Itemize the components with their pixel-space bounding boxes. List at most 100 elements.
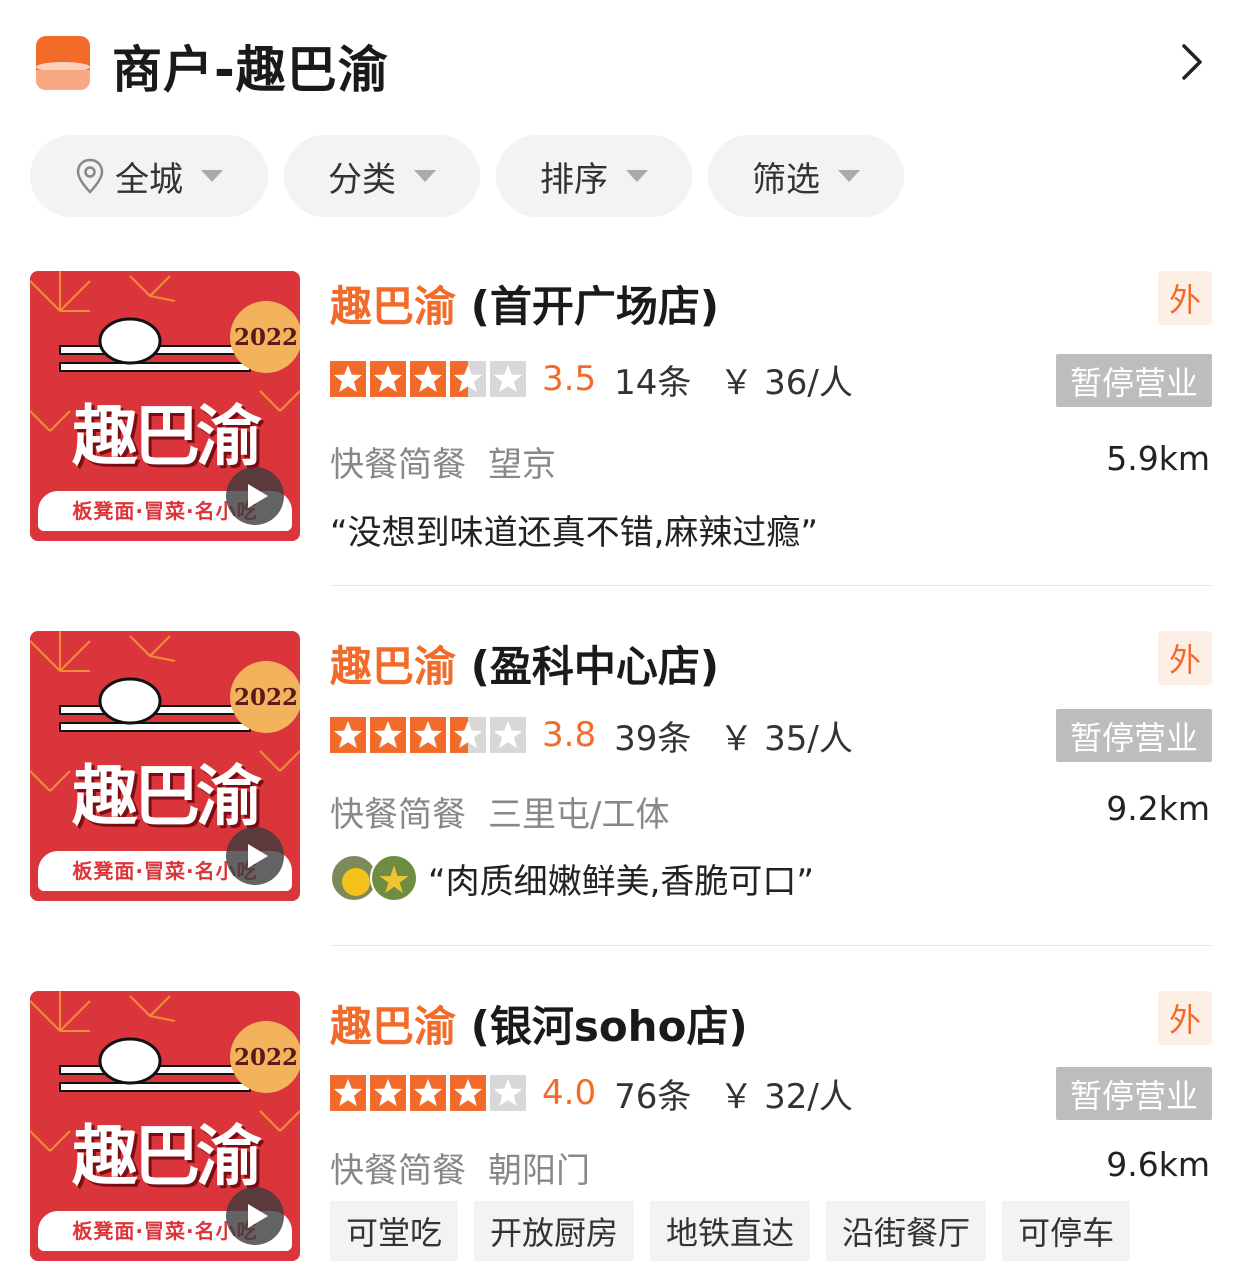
feature-tag: 沿街餐厅 xyxy=(826,1201,987,1261)
shop-name[interactable]: 趣巴渝 (首开广场店) xyxy=(330,273,719,334)
review-quote: “肉质细嫩鲜美,香脆可口” xyxy=(428,861,815,902)
feature-tag: 可堂吃 xyxy=(330,1201,459,1261)
shop-thumbnail[interactable]: 2022 趣巴渝 板凳面·冒菜·名小吃 xyxy=(30,991,300,1261)
review-count: 39条 xyxy=(614,718,692,759)
caret-down-icon xyxy=(838,170,860,182)
shop-branch: (盈科中心店) xyxy=(456,642,720,691)
rating-score: 3.8 xyxy=(542,715,597,755)
shop-meta: 快餐简餐 朝阳门 xyxy=(330,1143,590,1192)
star-icon xyxy=(330,361,366,397)
shop-category: 快餐简餐 xyxy=(330,795,466,835)
star-icon xyxy=(490,361,526,397)
filter-category[interactable]: 分类 xyxy=(284,135,480,217)
shop-name[interactable]: 趣巴渝 (盈科中心店) xyxy=(330,633,719,694)
status-badge: 暂停营业 xyxy=(1056,1067,1212,1120)
star-icon xyxy=(450,717,486,753)
play-icon[interactable] xyxy=(226,1187,284,1245)
year-badge: 2022 xyxy=(230,1021,300,1093)
takeout-badge: 外 xyxy=(1158,991,1212,1045)
year-badge: 2022 xyxy=(230,301,300,373)
shop-meta: 快餐简餐 望京 xyxy=(330,437,556,486)
rating-row: 3.5 14条 ￥ 36/人 xyxy=(330,359,853,403)
star-icon xyxy=(370,717,406,753)
merchant-logo-icon xyxy=(36,36,90,90)
play-icon[interactable] xyxy=(226,827,284,885)
thumbnail-brand: 趣巴渝 xyxy=(72,1118,262,1195)
star-icon xyxy=(450,361,486,397)
shop-distance: 9.6km xyxy=(1106,1145,1210,1184)
header: 商户-趣巴渝 xyxy=(0,0,1242,125)
location-pin-icon xyxy=(76,158,104,194)
divider xyxy=(330,585,1212,586)
takeout-badge: 外 xyxy=(1158,631,1212,685)
review-count: 14条 xyxy=(614,362,692,403)
filter-label: 筛选 xyxy=(752,159,820,200)
star-icon xyxy=(330,1075,366,1111)
star-icon xyxy=(410,361,446,397)
shop-meta: 快餐简餐 三里屯/工体 xyxy=(330,787,669,836)
shop-brand: 趣巴渝 xyxy=(330,642,457,691)
avg-price: ￥ 35/人 xyxy=(719,718,853,759)
review-row: “肉质细嫩鲜美,香脆可口” xyxy=(330,853,814,903)
divider xyxy=(330,945,1212,946)
rating-row: 3.8 39条 ￥ 35/人 xyxy=(330,715,853,759)
filter-bar: 全城 分类 排序 筛选 xyxy=(30,135,904,217)
shop-card[interactable]: 2022 趣巴渝 板凳面·冒菜·名小吃 趣巴渝 (首开广场店) 外 3.5 14… xyxy=(0,271,1242,586)
play-icon[interactable] xyxy=(226,467,284,525)
shop-category: 快餐简餐 xyxy=(330,1151,466,1191)
filter-label: 排序 xyxy=(540,159,608,200)
shop-card[interactable]: 2022 趣巴渝 板凳面·冒菜·名小吃 趣巴渝 (盈科中心店) 外 3.8 39… xyxy=(0,631,1242,946)
star-rating xyxy=(330,1075,526,1111)
star-icon xyxy=(330,717,366,753)
status-badge: 暂停营业 xyxy=(1056,709,1212,762)
shop-name[interactable]: 趣巴渝 (银河soho店) xyxy=(330,993,748,1054)
filter-sort[interactable]: 排序 xyxy=(496,135,692,217)
star-rating xyxy=(330,717,526,753)
shop-distance: 5.9km xyxy=(1106,439,1210,478)
year-badge: 2022 xyxy=(230,661,300,733)
thumbnail-brand: 趣巴渝 xyxy=(72,758,262,835)
shop-thumbnail[interactable]: 2022 趣巴渝 板凳面·冒菜·名小吃 xyxy=(30,631,300,901)
feature-tags: 可堂吃 开放厨房 地铁直达 沿街餐厅 可停车 xyxy=(330,1201,1131,1261)
shop-branch: (银河soho店) xyxy=(456,1002,748,1051)
avg-price: ￥ 36/人 xyxy=(719,362,853,403)
shop-branch: (首开广场店) xyxy=(456,282,720,331)
rating-row: 4.0 76条 ￥ 32/人 xyxy=(330,1073,853,1117)
shop-category: 快餐简餐 xyxy=(330,445,466,485)
star-icon xyxy=(370,361,406,397)
star-icon xyxy=(490,717,526,753)
caret-down-icon xyxy=(626,170,648,182)
shop-area: 望京 xyxy=(488,445,556,485)
status-badge: 暂停营业 xyxy=(1056,354,1212,407)
shop-area: 三里屯/工体 xyxy=(488,795,670,835)
review-count: 76条 xyxy=(614,1076,692,1117)
filter-label: 全城 xyxy=(115,159,183,200)
star-icon xyxy=(410,1075,446,1111)
shop-thumbnail[interactable]: 2022 趣巴渝 板凳面·冒菜·名小吃 xyxy=(30,271,300,541)
star-icon xyxy=(410,717,446,753)
review-quote: “没想到味道还真不错,麻辣过瘾” xyxy=(330,513,819,553)
feature-tag: 开放厨房 xyxy=(474,1201,635,1261)
shop-card[interactable]: 2022 趣巴渝 板凳面·冒菜·名小吃 趣巴渝 (银河soho店) 外 4.0 … xyxy=(0,991,1242,1268)
filter-label: 分类 xyxy=(328,159,396,200)
avg-price: ￥ 32/人 xyxy=(719,1076,853,1117)
star-icon xyxy=(370,1075,406,1111)
chevron-right-icon[interactable] xyxy=(1170,40,1214,84)
page-title: 商户-趣巴渝 xyxy=(112,41,389,99)
rating-score: 4.0 xyxy=(542,1073,597,1113)
star-rating xyxy=(330,361,526,397)
shop-distance: 9.2km xyxy=(1106,789,1210,828)
filter-city[interactable]: 全城 xyxy=(30,135,268,217)
avatar xyxy=(370,854,418,902)
rating-score: 3.5 xyxy=(542,359,597,399)
shop-brand: 趣巴渝 xyxy=(330,1002,457,1051)
shop-brand: 趣巴渝 xyxy=(330,282,457,331)
feature-tag: 地铁直达 xyxy=(650,1201,811,1261)
star-icon xyxy=(450,1075,486,1111)
caret-down-icon xyxy=(414,170,436,182)
shop-area: 朝阳门 xyxy=(488,1151,590,1191)
thumbnail-brand: 趣巴渝 xyxy=(72,398,262,475)
star-icon xyxy=(490,1075,526,1111)
caret-down-icon xyxy=(201,170,223,182)
filter-screen[interactable]: 筛选 xyxy=(708,135,904,217)
